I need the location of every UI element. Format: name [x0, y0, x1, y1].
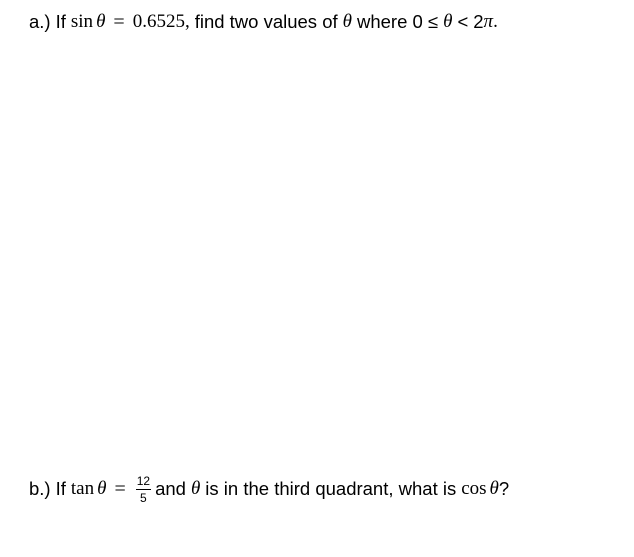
function-name: tan — [70, 477, 95, 499]
question-text: and — [155, 477, 186, 499]
function-name: sin — [70, 11, 94, 32]
fraction-numerator: 12 — [135, 474, 152, 490]
variable-theta: θ — [190, 477, 201, 499]
math-expression: sin θ — [71, 10, 106, 34]
period: . — [493, 11, 498, 32]
math-expression: cos θ — [461, 477, 499, 501]
less-than-sign: < — [457, 11, 469, 32]
math-value: 0.6525, — [132, 11, 190, 32]
math-expression: tan θ — [71, 477, 107, 501]
function-name: cos — [461, 477, 487, 499]
question-text: where 0 ≤ — [356, 11, 439, 32]
fraction-denominator: 5 — [140, 491, 147, 505]
variable-theta: θ — [97, 477, 107, 499]
question-b: b.) If tan θ = 12 5 and θ is in the third… — [29, 474, 510, 505]
range-coefficient: 2 — [473, 11, 484, 32]
variable-theta: θ — [96, 11, 106, 32]
question-label: a.) — [29, 11, 51, 32]
question-text: is in the third quadrant, what is — [205, 477, 457, 499]
variable-theta: θ — [489, 477, 499, 499]
pi-symbol: π — [483, 11, 494, 32]
question-text: find two values of — [194, 11, 338, 32]
question-a: a.) If sin θ = 0.6525, find two values of… — [29, 10, 498, 34]
question-label: b.) — [29, 477, 51, 499]
variable-theta: θ — [443, 11, 453, 32]
question-text: If — [55, 477, 66, 499]
variable-theta: θ — [342, 11, 352, 32]
question-text: If — [55, 11, 66, 32]
fraction: 12 5 — [135, 474, 152, 505]
question-mark: ? — [498, 477, 510, 499]
equals-sign: = — [114, 477, 126, 500]
equals-sign: = — [113, 11, 125, 33]
